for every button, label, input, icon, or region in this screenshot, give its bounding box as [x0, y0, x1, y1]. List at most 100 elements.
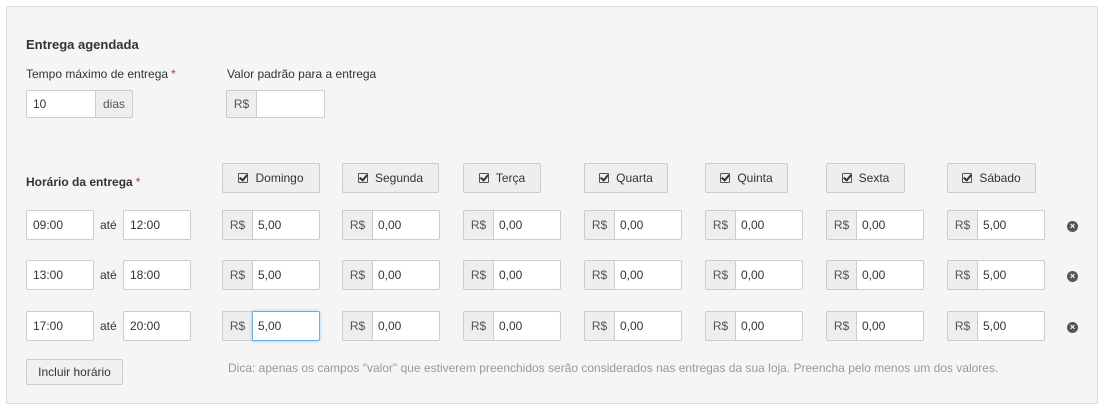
price-input[interactable]: 5,00 — [977, 210, 1045, 240]
price-input[interactable]: 0,00 — [493, 260, 561, 290]
currency-addon: R$ — [342, 311, 372, 341]
max-time-input[interactable]: 10 — [26, 90, 96, 118]
price-input-group: R$ 0,00 — [826, 311, 924, 341]
remove-circle-icon[interactable]: × — [1067, 271, 1078, 282]
start-time-input[interactable]: 13:00 — [26, 260, 94, 290]
price-input[interactable]: 0,00 — [614, 210, 682, 240]
price-input[interactable]: 0,00 — [735, 210, 803, 240]
price-input-group: R$ 0,00 — [705, 311, 803, 341]
between-label: até — [100, 268, 117, 282]
currency-addon: R$ — [584, 260, 614, 290]
day-label: Terça — [495, 171, 526, 185]
price-input-group: R$ 0,00 — [826, 260, 924, 290]
schedule-label: Horário da entrega * — [26, 175, 140, 189]
price-input-group: R$ 0,00 — [705, 210, 803, 240]
currency-addon: R$ — [947, 260, 977, 290]
checkbox-checked-icon — [238, 173, 249, 183]
day-toggle-3[interactable]: Quarta — [584, 163, 668, 193]
max-time-group: 10 dias — [26, 90, 133, 118]
end-time-input[interactable]: 12:00 — [123, 210, 191, 240]
currency-addon: R$ — [705, 210, 735, 240]
price-input[interactable]: 0,00 — [735, 260, 803, 290]
currency-addon: R$ — [947, 210, 977, 240]
currency-addon: R$ — [342, 260, 372, 290]
end-time-input[interactable]: 18:00 — [123, 260, 191, 290]
price-input[interactable]: 0,00 — [372, 260, 440, 290]
day-toggle-5[interactable]: Sexta — [826, 163, 905, 193]
day-label: Quinta — [737, 171, 773, 185]
price-input[interactable]: 0,00 — [614, 311, 682, 341]
price-input-group: R$ 0,00 — [584, 260, 682, 290]
price-input-group: R$ 5,00 — [947, 311, 1045, 341]
checkbox-checked-icon — [720, 173, 731, 183]
remove-circle-icon[interactable]: × — [1067, 322, 1078, 333]
price-input[interactable]: 5,00 — [252, 260, 320, 290]
price-input-group: R$ 5,00 — [222, 210, 320, 240]
currency-addon: R$ — [222, 311, 252, 341]
between-label: até — [100, 319, 117, 333]
price-input-group: R$ 0,00 — [342, 260, 440, 290]
add-time-button[interactable]: Incluir horário — [26, 359, 123, 385]
price-input-group: R$ 0,00 — [826, 210, 924, 240]
currency-addon: R$ — [705, 260, 735, 290]
checkbox-checked-icon — [478, 173, 489, 183]
price-input[interactable]: 0,00 — [372, 210, 440, 240]
required-mark: * — [171, 67, 176, 81]
currency-addon: R$ — [705, 311, 735, 341]
checkbox-checked-icon — [962, 173, 973, 183]
price-input[interactable]: 0,00 — [856, 260, 924, 290]
day-toggle-4[interactable]: Quinta — [705, 163, 788, 193]
end-time-input[interactable]: 20:00 — [123, 311, 191, 341]
currency-addon: R$ — [826, 311, 856, 341]
price-input-group: R$ 0,00 — [463, 311, 561, 341]
price-input-group: R$ 0,00 — [584, 311, 682, 341]
currency-addon: R$ — [463, 210, 493, 240]
price-input-group: R$ 5,00 — [222, 311, 320, 341]
price-input[interactable]: 5,00 — [977, 260, 1045, 290]
price-input-group: R$ 0,00 — [342, 210, 440, 240]
day-label: Domingo — [255, 171, 304, 185]
price-input[interactable]: 5,00 — [252, 210, 320, 240]
remove-circle-icon[interactable]: × — [1067, 221, 1078, 232]
price-input[interactable]: 5,00 — [977, 311, 1045, 341]
price-input[interactable]: 0,00 — [493, 210, 561, 240]
price-input[interactable]: 0,00 — [856, 210, 924, 240]
currency-addon: R$ — [584, 311, 614, 341]
price-input-group: R$ 0,00 — [463, 260, 561, 290]
price-input[interactable]: 0,00 — [614, 260, 682, 290]
default-value-input[interactable] — [256, 90, 325, 118]
price-input[interactable]: 0,00 — [856, 311, 924, 341]
start-time-input[interactable]: 09:00 — [26, 210, 94, 240]
price-input[interactable]: 0,00 — [735, 311, 803, 341]
required-mark: * — [135, 175, 141, 189]
currency-addon: R$ — [342, 210, 372, 240]
default-value-label: Valor padrão para a entrega — [227, 67, 377, 81]
price-input-group: R$ 0,00 — [705, 260, 803, 290]
price-input-group: R$ 5,00 — [947, 210, 1045, 240]
price-input-group: R$ 0,00 — [584, 210, 682, 240]
price-input-group: R$ 0,00 — [342, 311, 440, 341]
price-input[interactable]: 0,00 — [372, 311, 440, 341]
price-input-group: R$ 5,00 — [947, 260, 1045, 290]
currency-addon: R$ — [463, 260, 493, 290]
checkbox-checked-icon — [599, 173, 610, 183]
scheduled-delivery-panel — [6, 6, 1098, 404]
day-label: Segunda — [374, 171, 424, 185]
currency-addon: R$ — [826, 260, 856, 290]
day-toggle-1[interactable]: Segunda — [342, 163, 439, 193]
checkbox-checked-icon — [841, 173, 852, 183]
currency-addon: R$ — [226, 90, 256, 118]
price-input[interactable]: 5,00 — [252, 311, 320, 341]
day-toggle-6[interactable]: Sábado — [947, 163, 1036, 193]
start-time-input[interactable]: 17:00 — [26, 311, 94, 341]
max-time-label: Tempo máximo de entrega * — [26, 67, 176, 81]
checkbox-checked-icon — [357, 173, 368, 183]
day-label: Sexta — [858, 171, 890, 185]
currency-addon: R$ — [584, 210, 614, 240]
currency-addon: R$ — [826, 210, 856, 240]
day-label: Sábado — [979, 171, 1021, 185]
price-input[interactable]: 0,00 — [493, 311, 561, 341]
day-toggle-0[interactable]: Domingo — [222, 163, 320, 193]
schedule-label-text: Horário da entrega — [26, 175, 133, 189]
day-toggle-2[interactable]: Terça — [463, 163, 541, 193]
